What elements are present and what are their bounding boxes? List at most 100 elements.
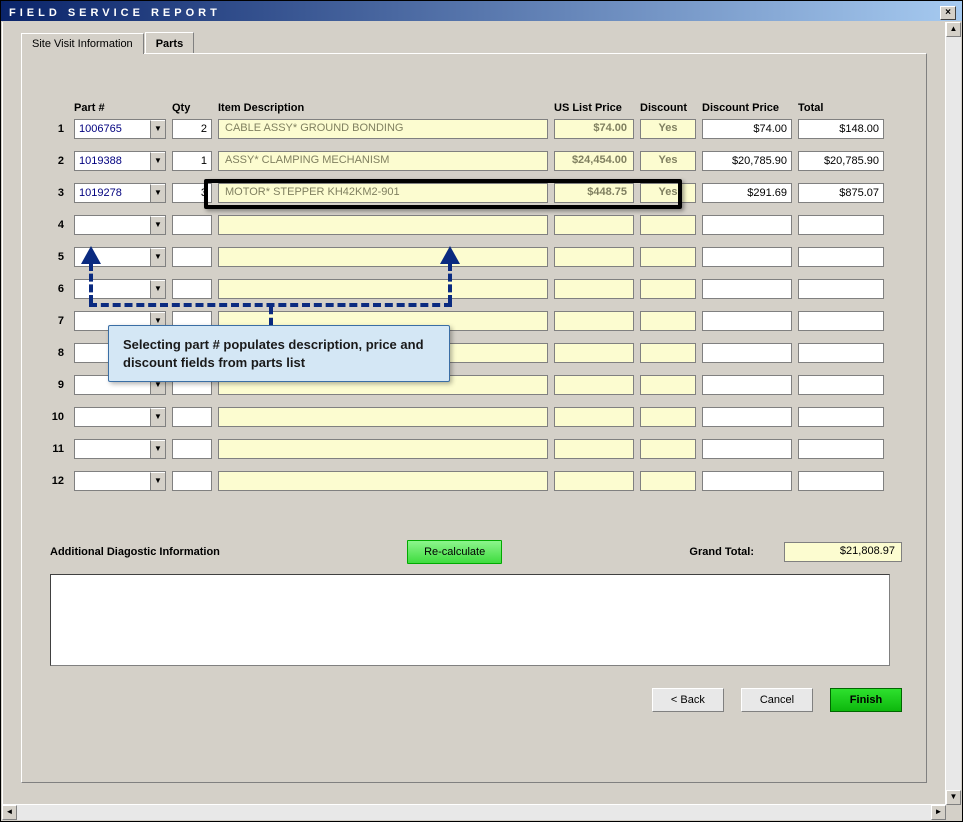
chevron-down-icon[interactable]: ▼ (150, 248, 165, 266)
total-input[interactable] (798, 343, 884, 363)
discount-cell (640, 247, 696, 267)
rows-container: 1▼CABLE ASSY* GROUND BONDING$74.00Yes2▼A… (46, 118, 902, 492)
part-combo[interactable]: ▼ (74, 471, 166, 491)
scroll-left-icon[interactable]: ◄ (2, 805, 17, 820)
part-combo[interactable]: ▼ (74, 183, 166, 203)
col-list: US List Price (554, 102, 634, 114)
chevron-down-icon[interactable]: ▼ (150, 472, 165, 490)
qty-input[interactable] (172, 407, 212, 427)
table-row: 10▼ (46, 406, 902, 428)
back-button[interactable]: < Back (652, 688, 724, 712)
part-input[interactable] (75, 408, 150, 426)
disc-price-input[interactable] (702, 119, 792, 139)
annotation-callout: Selecting part # populates description, … (108, 325, 450, 382)
scroll-right-icon[interactable]: ► (931, 805, 946, 820)
part-combo[interactable]: ▼ (74, 119, 166, 139)
qty-input[interactable] (172, 183, 212, 203)
qty-input[interactable] (172, 471, 212, 491)
total-input[interactable] (798, 151, 884, 171)
disc-price-input[interactable] (702, 439, 792, 459)
list-price-cell (554, 247, 634, 267)
wizard-buttons: < Back Cancel Finish (50, 688, 902, 712)
part-input[interactable] (75, 216, 150, 234)
desc-cell (218, 407, 548, 427)
part-input[interactable] (75, 472, 150, 490)
total-input[interactable] (798, 471, 884, 491)
part-combo[interactable]: ▼ (74, 215, 166, 235)
tab-parts[interactable]: Parts (145, 32, 195, 53)
qty-input[interactable] (172, 215, 212, 235)
close-icon[interactable]: × (940, 6, 956, 20)
list-price-cell: $74.00 (554, 119, 634, 139)
content-area: Site Visit Information Parts Part # Qty … (2, 22, 946, 805)
disc-price-input[interactable] (702, 471, 792, 491)
disc-price-input[interactable] (702, 311, 792, 331)
table-row: 3▼MOTOR* STEPPER KH42KM2-901$448.75Yes (46, 182, 902, 204)
recalculate-button[interactable]: Re-calculate (407, 540, 502, 564)
qty-input[interactable] (172, 439, 212, 459)
footer-section: Additional Diagostic Information Re-calc… (50, 540, 902, 712)
table-row: 11▼ (46, 438, 902, 460)
disc-price-input[interactable] (702, 279, 792, 299)
desc-cell (218, 247, 548, 267)
chevron-down-icon[interactable]: ▼ (150, 152, 165, 170)
scroll-up-icon[interactable]: ▲ (946, 22, 961, 37)
part-input[interactable] (75, 152, 150, 170)
list-price-cell (554, 311, 634, 331)
total-input[interactable] (798, 311, 884, 331)
desc-cell (218, 279, 548, 299)
part-input[interactable] (75, 280, 150, 298)
part-combo[interactable]: ▼ (74, 279, 166, 299)
part-combo[interactable]: ▼ (74, 439, 166, 459)
part-input[interactable] (75, 184, 150, 202)
row-number: 12 (46, 475, 68, 487)
desc-cell: MOTOR* STEPPER KH42KM2-901 (218, 183, 548, 203)
part-combo[interactable]: ▼ (74, 151, 166, 171)
row-number: 6 (46, 283, 68, 295)
total-input[interactable] (798, 183, 884, 203)
disc-price-input[interactable] (702, 375, 792, 395)
diagnostic-textarea[interactable] (50, 574, 890, 666)
qty-input[interactable] (172, 247, 212, 267)
total-input[interactable] (798, 375, 884, 395)
total-input[interactable] (798, 279, 884, 299)
scrollbar-vertical[interactable]: ▲ ▼ (946, 22, 961, 805)
row-number: 4 (46, 219, 68, 231)
qty-input[interactable] (172, 279, 212, 299)
disc-price-input[interactable] (702, 407, 792, 427)
disc-price-input[interactable] (702, 343, 792, 363)
list-price-cell (554, 439, 634, 459)
scroll-down-icon[interactable]: ▼ (946, 790, 961, 805)
chevron-down-icon[interactable]: ▼ (150, 408, 165, 426)
chevron-down-icon[interactable]: ▼ (150, 216, 165, 234)
disc-price-input[interactable] (702, 215, 792, 235)
disc-price-input[interactable] (702, 183, 792, 203)
qty-input[interactable] (172, 119, 212, 139)
total-input[interactable] (798, 215, 884, 235)
disc-price-input[interactable] (702, 151, 792, 171)
chevron-down-icon[interactable]: ▼ (150, 184, 165, 202)
chevron-down-icon[interactable]: ▼ (150, 120, 165, 138)
col-part-no: Part # (74, 102, 166, 114)
desc-cell: CABLE ASSY* GROUND BONDING (218, 119, 548, 139)
total-input[interactable] (798, 407, 884, 427)
disc-price-input[interactable] (702, 247, 792, 267)
total-input[interactable] (798, 439, 884, 459)
discount-cell: Yes (640, 119, 696, 139)
scrollbar-horizontal[interactable]: ◄ ► (2, 805, 946, 820)
chevron-down-icon[interactable]: ▼ (150, 280, 165, 298)
total-input[interactable] (798, 247, 884, 267)
col-disc-price: Discount Price (702, 102, 792, 114)
total-input[interactable] (798, 119, 884, 139)
cancel-button[interactable]: Cancel (741, 688, 813, 712)
finish-button[interactable]: Finish (830, 688, 902, 712)
part-input[interactable] (75, 440, 150, 458)
grid-header: Part # Qty Item Description US List Pric… (46, 102, 902, 114)
row-number: 9 (46, 379, 68, 391)
qty-input[interactable] (172, 151, 212, 171)
part-combo[interactable]: ▼ (74, 407, 166, 427)
row-number: 1 (46, 123, 68, 135)
part-input[interactable] (75, 120, 150, 138)
chevron-down-icon[interactable]: ▼ (150, 440, 165, 458)
tab-site-visit[interactable]: Site Visit Information (21, 33, 144, 54)
